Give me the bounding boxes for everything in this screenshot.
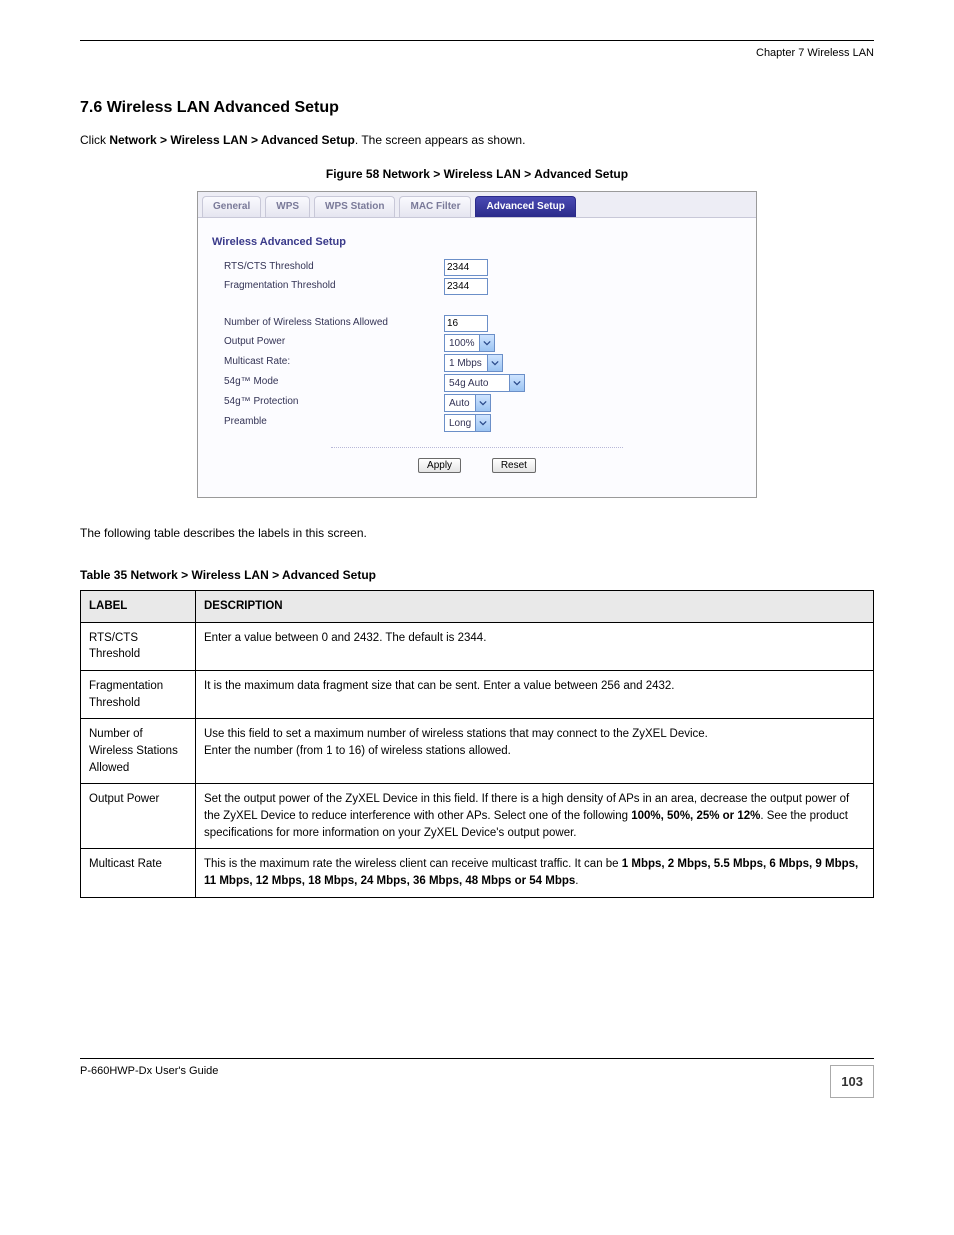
footer-guide: P-660HWP-Dx User's Guide (80, 1065, 218, 1077)
table-row: RTS/CTS Threshold Enter a value between … (81, 622, 874, 670)
select-54g-protection[interactable]: Auto (444, 394, 491, 412)
chevron-down-icon (509, 375, 524, 391)
table-row: Multicast Rate This is the maximum rate … (81, 849, 874, 897)
description-table: LABEL DESCRIPTION RTS/CTS Threshold Ente… (80, 590, 874, 898)
select-output-power[interactable]: 100% (444, 334, 495, 352)
figure-caption: Figure 58 Network > Wireless LAN > Advan… (80, 167, 874, 181)
table-caption: Table 35 Network > Wireless LAN > Advanc… (80, 568, 874, 582)
label-stations: Number of Wireless Stations Allowed (224, 315, 444, 332)
table-row: Output Power Set the output power of the… (81, 784, 874, 849)
label-54g-mode: 54g™ Mode (224, 374, 444, 392)
tab-bar: General WPS WPS Station MAC Filter Advan… (198, 192, 756, 218)
label-preamble: Preamble (224, 414, 444, 432)
chevron-down-icon (487, 355, 502, 371)
panel-title: Wireless Advanced Setup (212, 228, 742, 258)
select-preamble[interactable]: Long (444, 414, 491, 432)
tab-wps[interactable]: WPS (265, 196, 310, 217)
table-row: Fragmentation Threshold It is the maximu… (81, 671, 874, 719)
reset-button[interactable]: Reset (492, 458, 536, 473)
chevron-down-icon (475, 395, 490, 411)
apply-button[interactable]: Apply (418, 458, 461, 473)
table-intro: The following table describes the labels… (80, 524, 874, 542)
tab-mac-filter[interactable]: MAC Filter (399, 196, 471, 217)
chevron-down-icon (479, 335, 494, 351)
label-output-power: Output Power (224, 334, 444, 352)
label-multicast: Multicast Rate: (224, 354, 444, 372)
label-rts: RTS/CTS Threshold (224, 259, 444, 276)
label-54g-protection: 54g™ Protection (224, 394, 444, 412)
input-stations[interactable] (444, 315, 488, 332)
select-54g-mode[interactable]: 54g Auto (444, 374, 525, 392)
input-rts[interactable] (444, 259, 488, 276)
table-row: Number of Wireless Stations Allowed Use … (81, 719, 874, 784)
label-frag: Fragmentation Threshold (224, 278, 444, 295)
intro-text: Click Network > Wireless LAN > Advanced … (80, 131, 874, 149)
chevron-down-icon (475, 415, 490, 431)
tab-advanced-setup[interactable]: Advanced Setup (475, 196, 575, 217)
th-label: LABEL (81, 591, 196, 623)
page-number: 103 (830, 1065, 874, 1098)
tab-wps-station[interactable]: WPS Station (314, 196, 395, 217)
section-heading: 7.6 Wireless LAN Advanced Setup (80, 99, 874, 117)
input-frag[interactable] (444, 278, 488, 295)
chapter-header: Chapter 7 Wireless LAN (80, 47, 874, 59)
tab-general[interactable]: General (202, 196, 261, 217)
select-multicast[interactable]: 1 Mbps (444, 354, 503, 372)
th-desc: DESCRIPTION (196, 591, 874, 623)
screenshot-panel: General WPS WPS Station MAC Filter Advan… (197, 191, 757, 498)
